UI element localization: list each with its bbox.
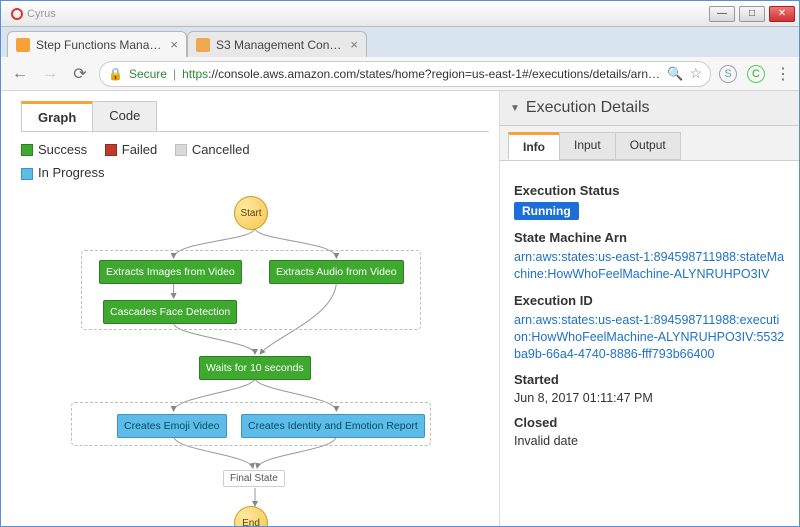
legend-cancelled: Cancelled [175,140,250,161]
search-icon[interactable]: 🔍 [667,66,683,82]
label-sm-arn: State Machine Arn [514,230,785,245]
panel-title-text: Execution Details [526,99,650,117]
left-pane: Graph Code Success Failed Cancelled In P… [1,91,499,526]
app-name: Cyrus [27,8,56,20]
graph-legend: Success Failed Cancelled In Progress [21,140,489,186]
extension-icon[interactable]: S [719,65,737,83]
state-machine-diagram[interactable]: Start Extracts Images from Video Extract… [21,196,489,526]
minimize-button[interactable]: — [709,6,735,22]
tab-strip: Step Functions Managem × S3 Management C… [1,27,799,57]
node-emoji[interactable]: Creates Emoji Video [117,414,227,438]
tab-input[interactable]: Input [559,132,616,160]
toolbar-right: S C ⋮ [719,64,791,84]
chrome-menu-icon[interactable]: ⋮ [775,64,791,84]
legend-in-progress: In Progress [21,163,104,184]
tab-close-icon[interactable]: × [350,37,358,52]
collapse-icon: ▼ [510,103,520,114]
tab-info[interactable]: Info [508,132,560,160]
page-content: Graph Code Success Failed Cancelled In P… [1,91,799,526]
tab-title: S3 Management Console [216,38,344,52]
tab-favicon-icon [16,38,30,52]
browser-window: Cyrus — □ ✕ Step Functions Managem × S3 … [0,0,800,527]
tab-code[interactable]: Code [92,101,157,131]
label-closed: Closed [514,415,785,430]
legend-failed: Failed [105,140,157,161]
reload-button[interactable]: ⟳ [69,63,91,85]
close-button[interactable]: ✕ [769,6,795,22]
node-report[interactable]: Creates Identity and Emotion Report [241,414,425,438]
address-bar[interactable]: 🔒 Secure | https://console.aws.amazon.co… [99,61,711,87]
label-started: Started [514,372,785,387]
status-badge: Running [514,202,579,220]
tab-close-icon[interactable]: × [170,37,178,52]
node-extract-audio[interactable]: Extracts Audio from Video [269,260,404,284]
info-content: Execution Status Running State Machine A… [500,161,799,460]
app-icon [11,8,23,20]
browser-tab-step-functions[interactable]: Step Functions Managem × [7,31,187,57]
lock-icon: 🔒 [108,67,123,81]
extension-icon[interactable]: C [747,65,765,83]
titlebar: Cyrus — □ ✕ [1,1,799,27]
value-started: Jun 8, 2017 01:11:47 PM [514,391,785,405]
link-sm-arn[interactable]: arn:aws:states:us-east-1:894598711988:st… [514,249,785,283]
tab-title: Step Functions Managem [36,38,164,52]
browser-tab-s3[interactable]: S3 Management Console × [187,31,367,57]
label-exec-id: Execution ID [514,293,785,308]
node-end[interactable]: End [234,506,268,526]
execution-details-panel: ▼ Execution Details Info Input Output Ex… [499,91,799,526]
window-buttons: — □ ✕ [709,6,795,22]
back-button[interactable]: ← [9,63,31,85]
tab-graph[interactable]: Graph [21,101,93,131]
panel-title[interactable]: ▼ Execution Details [500,91,799,126]
maximize-button[interactable]: □ [739,6,765,22]
node-cascades[interactable]: Cascades Face Detection [103,300,237,324]
url-text: https://console.aws.amazon.com/states/ho… [182,67,661,81]
bookmark-star-icon[interactable]: ☆ [689,65,702,82]
node-final-state[interactable]: Final State [223,470,285,487]
node-extract-images[interactable]: Extracts Images from Video [99,260,242,284]
tab-output[interactable]: Output [615,132,681,160]
value-closed: Invalid date [514,434,785,448]
tab-favicon-icon [196,38,210,52]
forward-button[interactable]: → [39,63,61,85]
app-label: Cyrus [5,8,56,20]
graph-code-tabs: Graph Code [21,101,489,132]
node-start[interactable]: Start [234,196,268,230]
detail-tabs: Info Input Output [500,126,799,161]
node-wait[interactable]: Waits for 10 seconds [199,356,311,380]
link-exec-id[interactable]: arn:aws:states:us-east-1:894598711988:ex… [514,312,785,363]
secure-label: Secure [129,67,167,81]
browser-toolbar: ← → ⟳ 🔒 Secure | https://console.aws.ama… [1,57,799,91]
legend-success: Success [21,140,87,161]
panel-body: Info Input Output Execution Status Runni… [500,126,799,526]
label-exec-status: Execution Status [514,183,785,198]
